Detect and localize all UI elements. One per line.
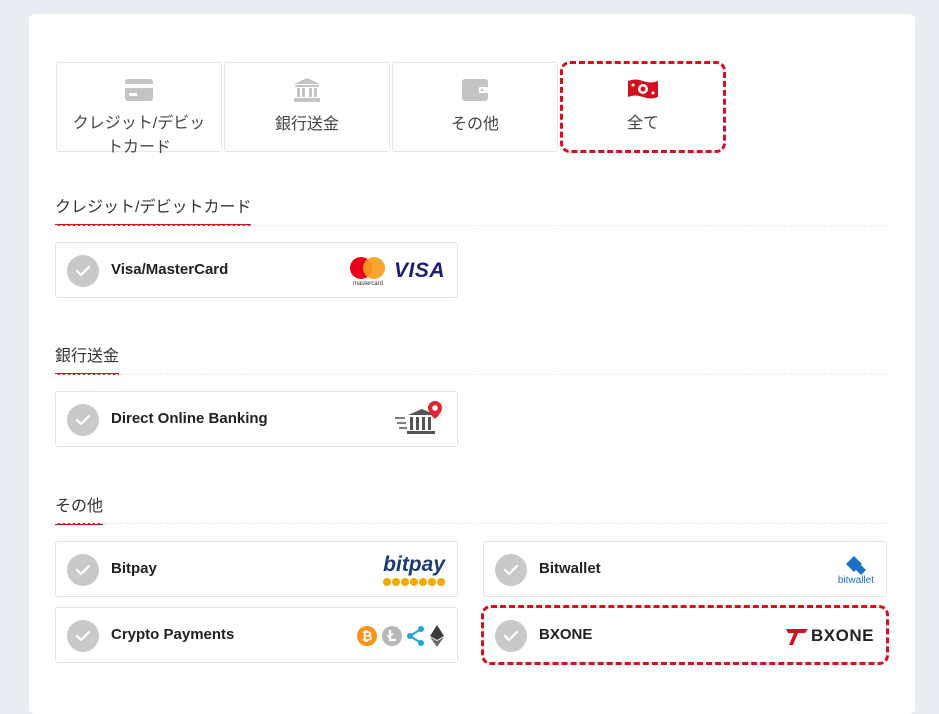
check-icon (67, 255, 99, 287)
crypto-logos: ₿ (356, 616, 445, 656)
tab-all[interactable]: 全て (560, 61, 726, 153)
bitwallet-diamond-icon (845, 555, 866, 575)
mastercard-logo-icon: mastercard (348, 253, 388, 289)
visa-mastercard-logo: mastercard VISA (348, 251, 445, 291)
section-title-bank-transfer: 銀行送金 (55, 347, 120, 375)
bxone-mark-icon (786, 629, 809, 645)
tab-label: 銀行送金 (274, 116, 339, 133)
payment-option-label: Visa/MasterCard (111, 261, 229, 278)
bitcoin-icon: ₿ (357, 626, 377, 646)
payment-option-label: Direct Online Banking (111, 410, 268, 427)
money-icon (560, 75, 726, 103)
divider (55, 523, 887, 524)
divider (55, 374, 887, 375)
payment-option-label: Crypto Payments (111, 626, 235, 643)
crypto-coins-icon (383, 578, 445, 586)
bitwallet-logo: bitwallet (838, 550, 874, 590)
payment-option-label: Bitpay (111, 560, 157, 577)
ethereum-icon (430, 625, 444, 647)
payment-option-bitpay[interactable]: Bitpay bitpay (55, 541, 458, 597)
bitpay-logo: bitpay (383, 550, 445, 590)
tab-label: その他 (450, 116, 499, 133)
category-tabs: クレジット/デビットカード 銀行送金 その他 全て (56, 61, 728, 156)
payment-option-bxone[interactable]: BXONE BXONE (481, 605, 889, 665)
litecoin-icon (382, 626, 402, 646)
payment-option-label: BXONE (539, 626, 593, 643)
svg-text:₿: ₿ (362, 630, 373, 645)
divider (55, 225, 887, 226)
tab-other[interactable]: その他 (392, 62, 558, 152)
payment-methods-panel: クレジット/デビットカード 銀行送金 その他 全て クレジット/デビットカード … (29, 14, 915, 714)
bitwallet-logo-text: bitwallet (837, 574, 874, 586)
section-title-other: その他 (55, 497, 104, 525)
visa-logo-text: VISA (393, 259, 445, 282)
wallet-icon (393, 76, 557, 104)
check-icon (67, 554, 99, 586)
online-banking-icon (393, 400, 445, 440)
mastercard-logo-text: mastercard (352, 281, 383, 287)
payment-option-direct-online-banking[interactable]: Direct Online Banking (55, 391, 458, 447)
payment-option-bitwallet[interactable]: Bitwallet bitwallet (483, 541, 887, 597)
payment-option-label: Bitwallet (539, 560, 601, 577)
bitpay-logo-text: bitpay (383, 553, 445, 576)
ripple-icon (407, 626, 424, 646)
check-icon (67, 404, 99, 436)
tab-label: クレジット/デビットカード (72, 115, 206, 156)
check-icon (495, 620, 527, 652)
tab-bank-transfer[interactable]: 銀行送金 (224, 62, 390, 152)
payment-option-visa-mastercard[interactable]: Visa/MasterCard mastercard VISA (55, 242, 458, 298)
check-icon (495, 554, 527, 586)
payment-option-crypto-payments[interactable]: Crypto Payments ₿ (55, 607, 458, 663)
tab-credit-debit-card[interactable]: クレジット/デビットカード (56, 62, 222, 156)
check-icon (67, 620, 99, 652)
tab-label: 全て (626, 115, 659, 132)
section-title-credit-debit-card: クレジット/デビットカード (55, 198, 252, 226)
bank-icon (225, 76, 389, 104)
bxone-logo-text: BXONE (811, 626, 874, 645)
credit-card-icon (57, 76, 221, 104)
bxone-logo: BXONE (785, 616, 874, 656)
